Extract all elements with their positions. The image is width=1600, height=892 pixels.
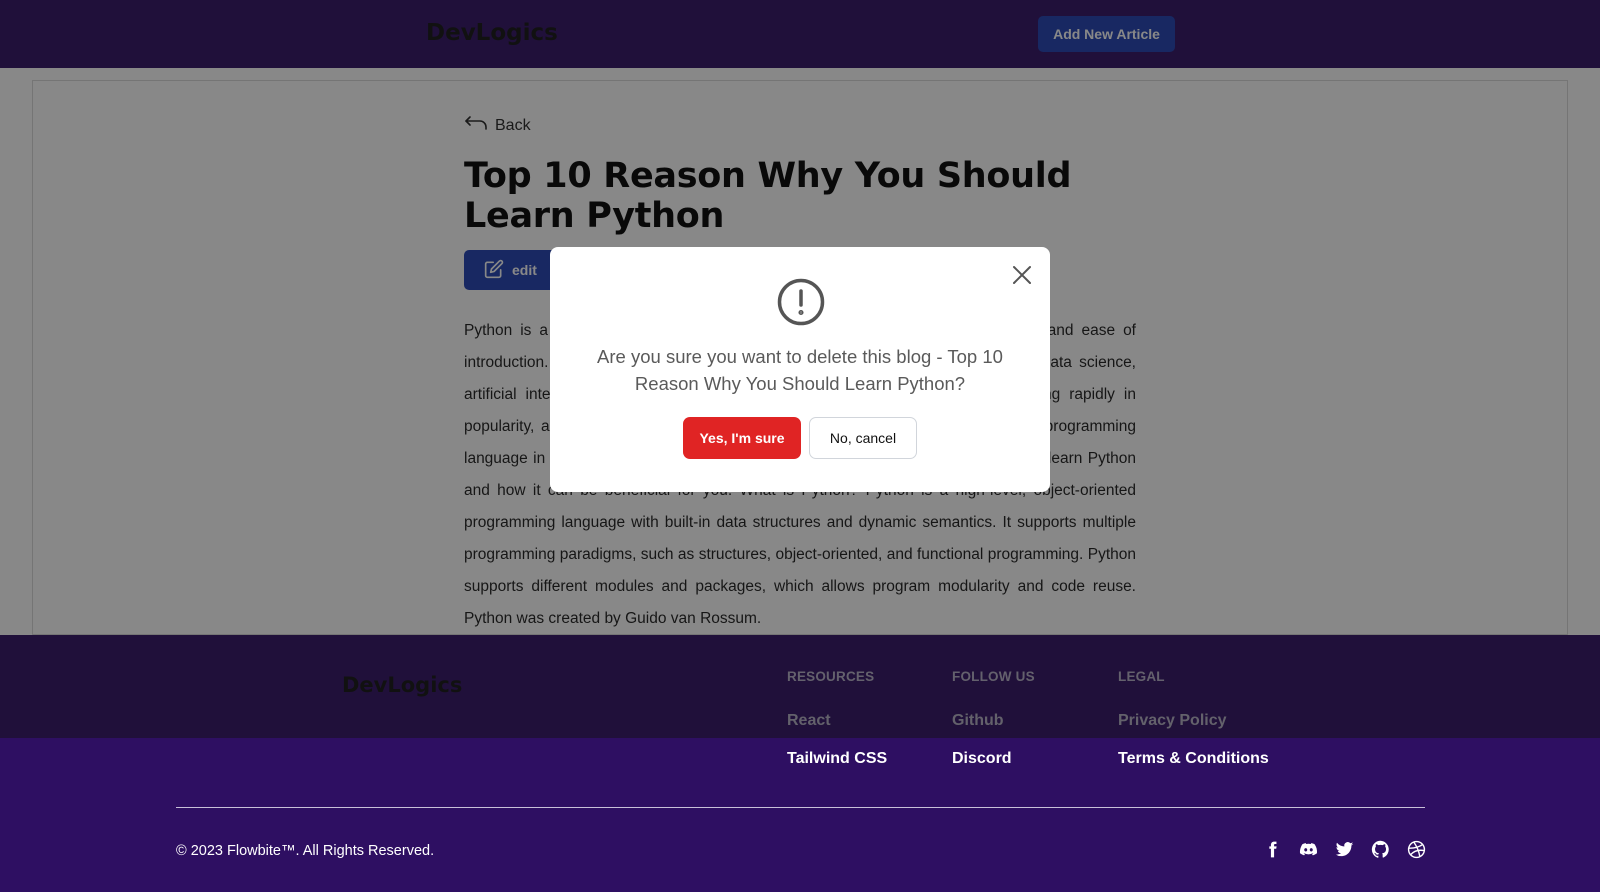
delete-confirm-modal: Are you sure you want to delete this blo… xyxy=(550,247,1050,492)
social-links xyxy=(1263,840,1426,859)
footer-divider xyxy=(176,807,1425,808)
close-icon[interactable] xyxy=(1010,263,1034,287)
modal-message: Are you sure you want to delete this blo… xyxy=(597,346,1003,394)
twitter-icon[interactable] xyxy=(1335,840,1354,859)
github-icon[interactable] xyxy=(1371,840,1390,859)
confirm-delete-button[interactable]: Yes, I'm sure xyxy=(683,417,801,459)
facebook-icon[interactable] xyxy=(1263,840,1282,859)
cancel-button[interactable]: No, cancel xyxy=(809,417,917,459)
dribbble-icon[interactable] xyxy=(1407,840,1426,859)
footer-link-discord[interactable]: Discord xyxy=(952,750,1035,768)
footer-link-tailwind[interactable]: Tailwind CSS xyxy=(787,750,887,768)
exclamation-circle-icon xyxy=(776,277,826,327)
footer-link-terms[interactable]: Terms & Conditions xyxy=(1118,750,1269,768)
discord-icon[interactable] xyxy=(1299,840,1318,859)
footer-copyright: © 2023 Flowbite™. All Rights Reserved. xyxy=(176,843,435,859)
